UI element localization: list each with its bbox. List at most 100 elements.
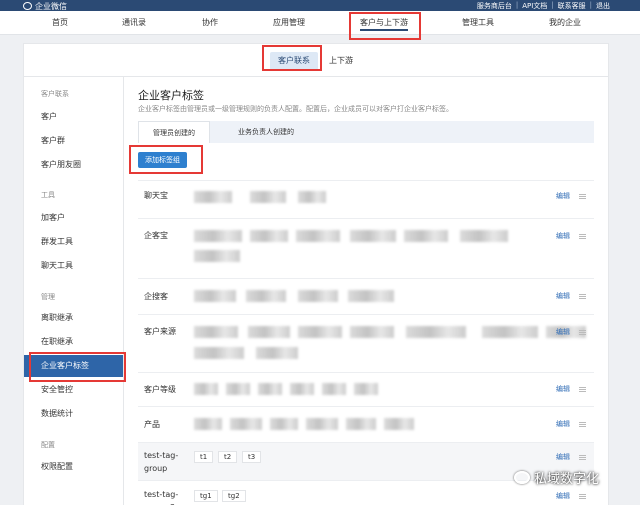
- blurred-tag: [230, 418, 262, 430]
- blurred-tag: [194, 418, 222, 430]
- link-api-docs[interactable]: API文档: [522, 1, 547, 11]
- nav-management-tools[interactable]: 管理工具: [462, 11, 494, 35]
- edit-link[interactable]: 编辑: [556, 384, 570, 394]
- content-panel: 客户联系 上下游 客户联系 客户 客户群 客户朋友圈 工具 加客户 群发工具 聊…: [23, 43, 609, 505]
- sidebar-item-customers[interactable]: 客户: [24, 106, 123, 128]
- blurred-tag: [482, 326, 538, 338]
- top-links: 服务商后台 | API文档 | 联系客服 | 退出: [476, 1, 610, 11]
- nav-collaboration[interactable]: 协作: [202, 11, 218, 35]
- drag-handle-icon[interactable]: [579, 422, 586, 427]
- tag-group-name: 产品: [144, 420, 160, 429]
- blurred-tag: [194, 383, 218, 395]
- sidebar-item-mass-send[interactable]: 群发工具: [24, 231, 123, 253]
- edit-link[interactable]: 编辑: [556, 191, 570, 201]
- link-logout[interactable]: 退出: [596, 1, 610, 11]
- blurred-tag: [354, 383, 378, 395]
- edit-link[interactable]: 编辑: [556, 327, 570, 337]
- blurred-tag: [194, 191, 232, 203]
- nav-home[interactable]: 首页: [52, 11, 68, 35]
- tag-group-name: test-tag-group: [144, 451, 179, 473]
- page-description: 企业客户标签由管理员或一级管理规则的负责人配置。配置后，企业成员可以对客户打企业…: [138, 105, 453, 113]
- watermark: 私域数字化: [514, 468, 599, 487]
- nav-app-management[interactable]: 应用管理: [273, 11, 305, 35]
- blurred-tag: [194, 290, 236, 302]
- blurred-tag: [296, 230, 340, 242]
- link-contact-support[interactable]: 联系客服: [558, 1, 586, 11]
- link-service-backend[interactable]: 服务商后台: [477, 1, 512, 11]
- edit-link[interactable]: 编辑: [556, 491, 570, 501]
- blurred-tag: [250, 191, 286, 203]
- blurred-tag: [194, 230, 242, 242]
- edit-link[interactable]: 编辑: [556, 231, 570, 241]
- logo-text: 企业微信: [35, 2, 67, 11]
- edit-link[interactable]: 编辑: [556, 452, 570, 462]
- add-tag-group-button[interactable]: 添加标签组: [138, 152, 187, 168]
- sidebar-item-customer-tags[interactable]: 企业客户标签: [24, 355, 123, 377]
- blurred-tag: [298, 290, 338, 302]
- sub-tabs: 客户联系 上下游: [24, 44, 608, 77]
- sidebar-item-employed-inherit[interactable]: 在职继承: [24, 331, 123, 353]
- drag-handle-icon[interactable]: [579, 194, 586, 199]
- drag-handle-icon[interactable]: [579, 294, 586, 299]
- blurred-tag: [246, 290, 286, 302]
- sidebar-item-add-customer[interactable]: 加客户: [24, 207, 123, 229]
- blurred-tag: [258, 383, 282, 395]
- drag-handle-icon[interactable]: [579, 455, 586, 460]
- blurred-tag: [194, 326, 238, 338]
- tag-chip[interactable]: t1: [194, 451, 214, 463]
- blurred-tag: [248, 326, 290, 338]
- tag-chip[interactable]: t3: [242, 451, 262, 463]
- blurred-tag: [404, 230, 448, 242]
- tag-group-name: 企搜客: [144, 292, 168, 301]
- sidebar-item-security[interactable]: 安全管控: [24, 379, 123, 401]
- sidebar-item-chat-tools[interactable]: 聊天工具: [24, 255, 123, 277]
- tag-group-row: 客户来源 编辑: [138, 314, 594, 372]
- tab-owner-created[interactable]: 业务负责人创建的: [224, 121, 308, 143]
- sidebar-group-label: 管理: [41, 293, 55, 301]
- subtab-customer-contact[interactable]: 客户联系: [270, 52, 318, 70]
- blurred-tag: [350, 230, 396, 242]
- wework-logo-icon: [23, 2, 32, 10]
- blurred-tag: [226, 383, 250, 395]
- tag-group-name: 企客宝: [144, 231, 168, 240]
- edit-link[interactable]: 编辑: [556, 291, 570, 301]
- drag-handle-icon[interactable]: [579, 234, 586, 239]
- tab-admin-created[interactable]: 管理员创建的: [138, 121, 210, 143]
- tag-chip[interactable]: t2: [218, 451, 238, 463]
- nav-customers-upstream[interactable]: 客户与上下游: [360, 11, 408, 35]
- drag-handle-icon[interactable]: [579, 330, 586, 335]
- blurred-tag: [322, 383, 346, 395]
- sidebar-group-label: 工具: [41, 191, 55, 199]
- drag-handle-icon[interactable]: [579, 387, 586, 392]
- blurred-tag: [306, 418, 338, 430]
- tag-group-row: 客户等级 编辑: [138, 372, 594, 406]
- tag-group-name: 聊天宝: [144, 191, 168, 200]
- tag-chip[interactable]: tg1: [194, 490, 218, 502]
- drag-handle-icon[interactable]: [579, 494, 586, 499]
- sidebar-item-moments[interactable]: 客户朋友圈: [24, 154, 123, 176]
- blurred-tag: [406, 326, 466, 338]
- sidebar-item-statistics[interactable]: 数据统计: [24, 403, 123, 425]
- nav-my-enterprise[interactable]: 我的企业: [549, 11, 581, 35]
- subtab-upstream-downstream[interactable]: 上下游: [321, 52, 361, 70]
- blurred-tag: [290, 383, 314, 395]
- tag-group-row: 企搜客 编辑: [138, 278, 594, 314]
- blurred-tag: [250, 230, 288, 242]
- nav-contacts[interactable]: 通讯录: [122, 11, 146, 35]
- tag-group-row: 聊天宝 编辑: [138, 180, 594, 218]
- blurred-tag: [298, 326, 342, 338]
- sidebar-item-customer-groups[interactable]: 客户群: [24, 130, 123, 152]
- tag-group-row: 产品 编辑: [138, 406, 594, 442]
- sidebar-item-permissions[interactable]: 权限配置: [24, 456, 123, 478]
- edit-link[interactable]: 编辑: [556, 419, 570, 429]
- blurred-tag: [346, 418, 376, 430]
- main-nav: 首页 通讯录 协作 应用管理 客户与上下游 管理工具 我的企业: [0, 11, 640, 35]
- sidebar-group-label: 客户联系: [41, 90, 69, 98]
- main-content: 企业客户标签 企业客户标签由管理员或一级管理规则的负责人配置。配置后，企业成员可…: [124, 77, 608, 505]
- watermark-text: 私域数字化: [534, 472, 600, 487]
- sidebar-item-resigned-inherit[interactable]: 离职继承: [24, 307, 123, 329]
- tag-group-name: 客户来源: [144, 327, 176, 336]
- tag-chip[interactable]: tg2: [222, 490, 246, 502]
- sidebar: 客户联系 客户 客户群 客户朋友圈 工具 加客户 群发工具 聊天工具 管理 离职…: [24, 77, 124, 505]
- top-bar: 企业微信 服务商后台 | API文档 | 联系客服 | 退出: [0, 0, 640, 11]
